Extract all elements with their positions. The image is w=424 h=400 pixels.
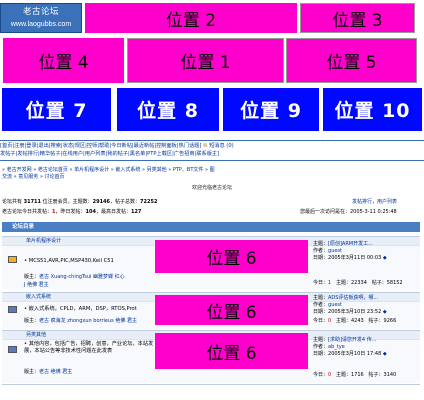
forum-desc: • 其他内容，包括广告，招聘，创意，产业论坛，本站发展，本站公告等非技术性问题在…	[24, 341, 154, 354]
ad-position-6[interactable]: 位置 6	[155, 240, 308, 273]
main-menu: [首页|注册|登录|退出|搜索|状态|规区|控师|帮助|今日新帖|最近新帖|控制…	[0, 142, 424, 158]
menu-links-primary[interactable]: [首页|注册|登录|退出|搜索|状态|规区|控师|帮助|今日新帖|最近新帖|控制…	[0, 143, 201, 149]
logo-url: www.laogubbs.com	[10, 21, 72, 28]
divider	[0, 160, 424, 161]
divider	[0, 140, 424, 141]
site-logo[interactable]: 老古论坛 www.laogubbs.com	[0, 3, 82, 33]
welcome-text: 欢迎光临老古论坛	[191, 185, 232, 191]
menu-links-secondary[interactable]: 发帖子|发帖排行|精华帖子|在线用户|用户列表|我的帖子|黑名单|PTP上载区|…	[0, 151, 219, 157]
go-icon: ◆	[382, 255, 387, 261]
forum-counts: 今日：0 主题：1716 帖子：3140	[313, 372, 397, 378]
breadcrumb[interactable]: » 老古开发网 » 老古论坛首页 » 单片机程序设计 » 嵌入式系统 » 另类其…	[2, 167, 215, 181]
folder-icon	[8, 346, 17, 353]
ad-position-3[interactable]: 位置 3	[300, 3, 415, 33]
forum-desc: • MCS51,AVR,PIC,MSP430,Keil C51	[24, 258, 114, 264]
menu-messages[interactable]: 短消息 (0)	[209, 143, 234, 149]
ad-position-6[interactable]: 位置 6	[155, 295, 308, 325]
forum-moderators: 版主：老古 疯海龙 zhongxun borrieus 绝佛 君主	[24, 318, 137, 324]
forum-header-label: 论坛目录	[12, 224, 35, 230]
last-post: 主题：[原创]ARM开发工... 作者：guest 日期：2005年3月11日 …	[313, 241, 387, 261]
forum-desc: • 嵌入式系统，CPLD，ARM，DSP，RTOS,Prot	[24, 306, 137, 312]
logo-title: 老古论坛	[22, 7, 59, 17]
ad-position-1[interactable]: 位置 1	[127, 38, 284, 83]
forum-moderators: 版主：老古 Xuang-chingTsui 幽雅梦蝶 红心	[24, 274, 125, 280]
pm-icon: ✉	[203, 143, 208, 149]
ad-position-9[interactable]: 位置 9	[223, 88, 319, 131]
ad-position-8[interactable]: 位置 8	[117, 88, 219, 131]
forum-counts: 今日：1 主题：22334 帖子：58152	[313, 280, 403, 286]
forum-stats-line1: 论坛共有 31711 位注册会员，主题数：29146，帖子总数：72252	[2, 199, 158, 205]
ad-position-5[interactable]: 位置 5	[286, 38, 417, 83]
forum-stats-line2: 老古论坛今日共发帖：1，昨日发帖：104，最高日发帖：127	[2, 209, 142, 215]
ad-position-6[interactable]: 位置 6	[155, 333, 308, 369]
folder-icon	[8, 256, 17, 263]
ad-position-10[interactable]: 位置 10	[323, 88, 422, 131]
forum-moderators-2[interactable]: J 绝佛 君主	[24, 282, 49, 289]
users-link[interactable]: 用户列表	[377, 199, 397, 205]
last-post: 主题：ADS评估板获啊，哪... 作者：guest 日期：2005年3月10日 …	[313, 295, 387, 315]
last-post: 主题：[求助]请您开发4 传... 作者：ab_tye 日期：2005年3月10…	[313, 337, 387, 357]
go-icon: ◆	[382, 309, 387, 315]
go-icon: ◆	[382, 351, 387, 357]
top-links: 发帖排行，用户列表	[352, 199, 398, 205]
folder-icon	[8, 306, 17, 313]
forum-directory-header: 论坛目录	[2, 222, 420, 232]
last-visit: 您最后一次访问是在：2005-3-11 0:25:48	[300, 209, 397, 215]
forum-counts: 今日：0 主题：4243 帖子：9266	[313, 318, 397, 324]
forum-moderators: 版主：老古 绝佛 君主	[24, 369, 73, 375]
rank-link[interactable]: 发帖排行	[352, 199, 372, 205]
ad-position-4[interactable]: 位置 4	[3, 38, 124, 83]
divider	[2, 384, 420, 385]
ad-position-7[interactable]: 位置 7	[2, 88, 111, 131]
ad-position-2[interactable]: 位置 2	[85, 3, 297, 33]
